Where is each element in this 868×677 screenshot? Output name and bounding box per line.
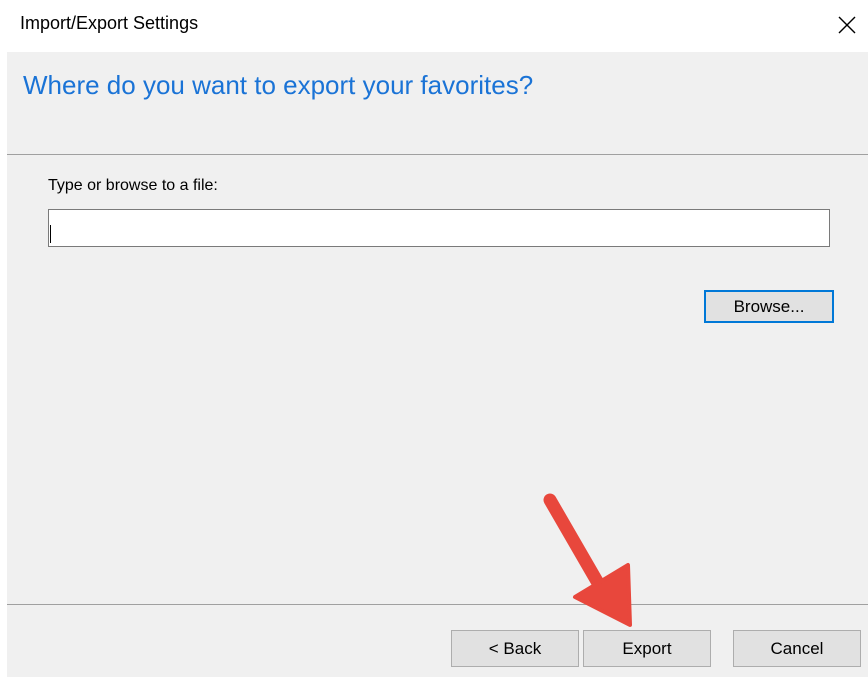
browse-button[interactable]: Browse... (704, 290, 834, 323)
window-title: Import/Export Settings (20, 13, 199, 33)
content-panel: Type or browse to a file: Browse... (7, 155, 868, 604)
cancel-button[interactable]: Cancel (733, 630, 861, 667)
close-button[interactable] (826, 4, 868, 46)
back-button[interactable]: < Back (451, 630, 579, 667)
footer-panel: < Back Export Cancel (7, 605, 868, 677)
file-path-input[interactable] (48, 209, 830, 247)
export-button[interactable]: Export (583, 630, 711, 667)
header-panel: Where do you want to export your favorit… (7, 52, 868, 154)
page-heading: Where do you want to export your favorit… (23, 70, 534, 100)
text-caret (50, 225, 51, 243)
close-icon (838, 16, 856, 34)
file-field-label: Type or browse to a file: (48, 177, 218, 194)
import-export-dialog: Import/Export Settings Where do you want… (0, 0, 868, 677)
title-bar: Import/Export Settings (0, 0, 868, 52)
